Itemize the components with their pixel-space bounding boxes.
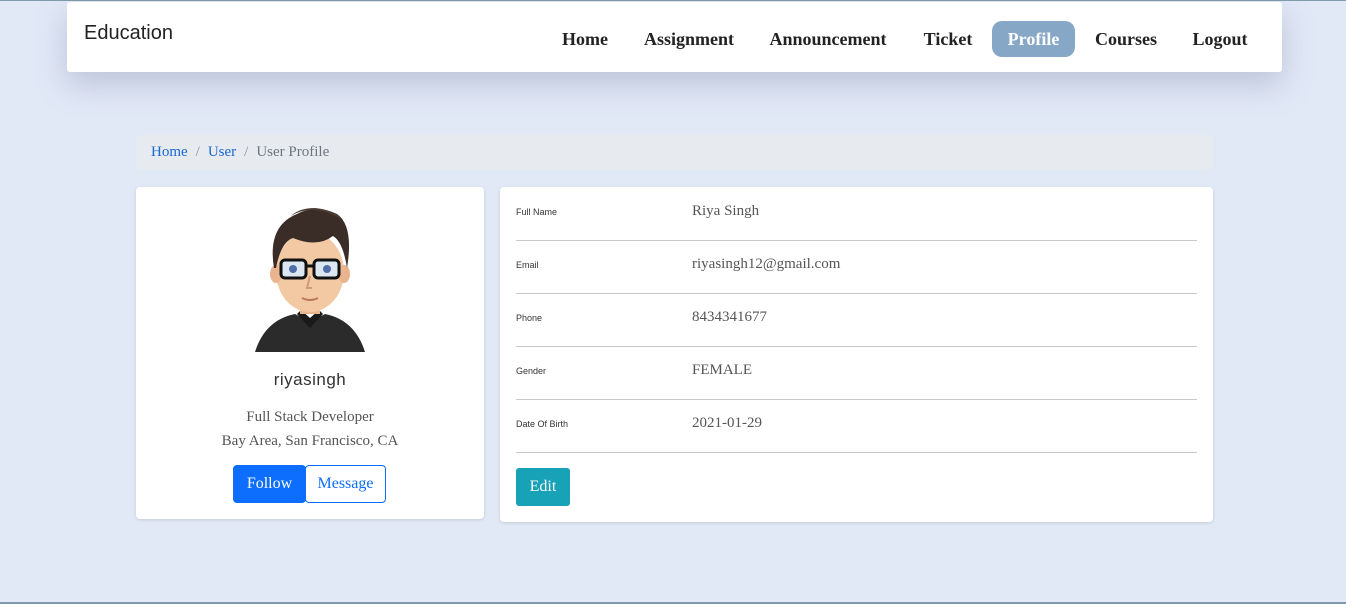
breadcrumb-separator: / (244, 144, 249, 160)
brand-title[interactable]: Education (84, 22, 173, 45)
breadcrumb-home[interactable]: Home (151, 144, 188, 160)
breadcrumb: Home / User / User Profile (136, 135, 1213, 170)
top-navbar: Education Home Assignment Announcement T… (67, 2, 1282, 72)
profile-location: Bay Area, San Francisco, CA (221, 433, 399, 449)
detail-label: Date Of Birth (516, 419, 569, 429)
follow-button[interactable]: Follow (233, 465, 306, 503)
nav-courses[interactable]: Courses (1089, 21, 1163, 57)
detail-row-phone: Phone 8434341677 (516, 293, 1197, 347)
detail-label: Full Name (516, 207, 558, 217)
detail-row-date-of-birth: Date Of Birth 2021-01-29 (516, 399, 1197, 453)
breadcrumb-current: User Profile (256, 144, 330, 160)
edit-button[interactable]: Edit (516, 468, 570, 506)
nav-profile[interactable]: Profile (992, 21, 1075, 57)
nav-announcement[interactable]: Announcement (764, 21, 892, 57)
profile-card: riyasingh Full Stack Developer Bay Area,… (136, 187, 484, 519)
detail-value: riyasingh12@gmail.com (692, 256, 841, 272)
detail-label: Phone (516, 313, 543, 323)
nav-home[interactable]: Home (550, 21, 620, 57)
message-button[interactable]: Message (305, 465, 386, 503)
nav-logout[interactable]: Logout (1185, 21, 1255, 57)
breadcrumb-separator: / (195, 144, 200, 160)
detail-label: Gender (516, 366, 547, 376)
detail-row-email: Email riyasingh12@gmail.com (516, 240, 1197, 294)
detail-row-full-name: Full Name Riya Singh (516, 187, 1197, 241)
detail-label: Email (516, 260, 539, 270)
nav-assignment[interactable]: Assignment (637, 21, 741, 57)
detail-row-gender: Gender FEMALE (516, 346, 1197, 400)
detail-value: FEMALE (692, 362, 752, 378)
profile-role: Full Stack Developer (246, 409, 374, 425)
detail-value: 8434341677 (692, 309, 767, 325)
avatar-icon (255, 208, 365, 352)
detail-value: 2021-01-29 (692, 415, 762, 431)
breadcrumb-user[interactable]: User (208, 144, 236, 160)
nav-ticket[interactable]: Ticket (917, 21, 979, 57)
details-card: Full Name Riya Singh Email riyasingh12@g… (500, 187, 1213, 522)
detail-value: Riya Singh (692, 203, 760, 219)
profile-username: riyasingh (273, 370, 347, 389)
